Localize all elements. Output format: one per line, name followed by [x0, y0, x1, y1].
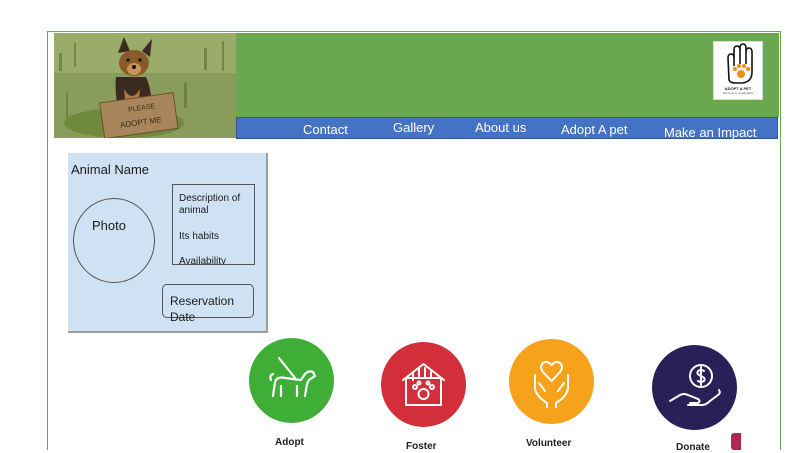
paw-hand-icon — [727, 43, 753, 84]
volunteer-label[interactable]: Volunteer — [526, 438, 571, 449]
nav-adopt-a-pet[interactable]: Adopt A pet — [561, 122, 628, 137]
foster-button[interactable] — [381, 342, 466, 427]
nav-about-us[interactable]: About us — [475, 120, 526, 135]
adopt-button[interactable] — [249, 338, 334, 423]
description-line1: Description of — [179, 193, 241, 204]
description-line2: animal — [179, 205, 209, 216]
animal-card-wireframe: Animal Name Photo Description of animal … — [68, 153, 268, 333]
nav-gallery[interactable]: Gallery — [393, 120, 434, 135]
hero-dog-photo: PLEASE ADOPT ME — [54, 33, 236, 138]
side-tab[interactable] — [731, 433, 741, 450]
adopt-label[interactable]: Adopt — [275, 437, 304, 448]
reservation-date-label: Reservation Date — [170, 294, 235, 324]
nav-make-an-impact[interactable]: Make an Impact — [664, 125, 757, 140]
adopt-a-pet-logo[interactable]: ADOPT A PET We trust in small paws — [713, 41, 763, 100]
header-banner — [236, 33, 779, 117]
donate-label[interactable]: Donate — [676, 442, 710, 453]
foster-label[interactable]: Foster — [406, 441, 437, 452]
logo-subtitle: We trust in small paws — [723, 91, 753, 95]
coin-hand-icon — [652, 345, 737, 430]
description-box: Description of animal Its habits Availab… — [172, 184, 255, 265]
photo-label: Photo — [92, 218, 126, 233]
main-nav: Contact Gallery About us Adopt A pet Mak… — [236, 117, 778, 140]
pet-house-icon — [381, 342, 466, 427]
photo-placeholder — [73, 198, 155, 283]
donate-button[interactable] — [652, 345, 737, 430]
heart-hands-icon — [509, 339, 594, 424]
availability-label: Availability — [179, 256, 227, 265]
animal-name-label: Animal Name — [71, 162, 150, 177]
dog-leash-icon — [249, 338, 334, 423]
volunteer-button[interactable] — [509, 339, 594, 424]
habits-label: Its habits — [179, 231, 220, 242]
nav-contact[interactable]: Contact — [303, 122, 348, 137]
